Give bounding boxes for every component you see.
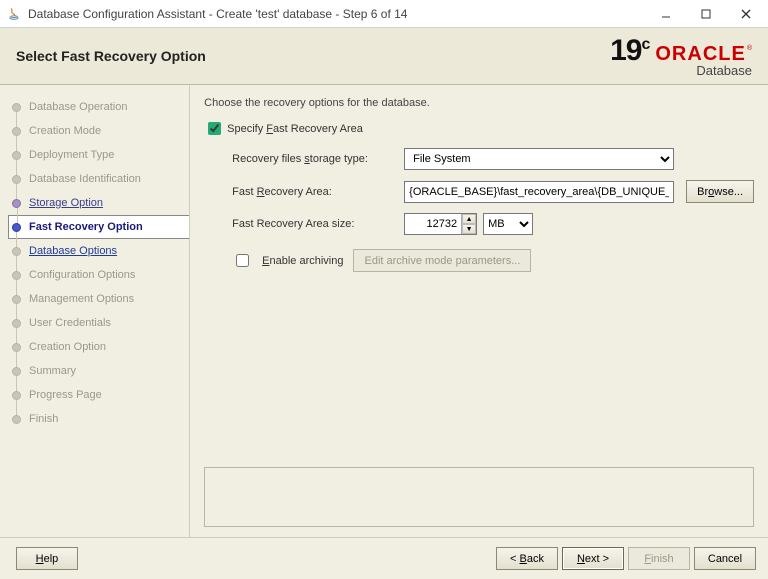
step-dot-icon — [12, 391, 21, 400]
step-dot-icon — [12, 199, 21, 208]
step-label: Fast Recovery Option — [29, 221, 143, 233]
step-label: Database Identification — [29, 173, 141, 185]
specify-fra-checkbox[interactable] — [208, 122, 221, 135]
window-titlebar: Database Configuration Assistant - Creat… — [0, 0, 768, 28]
finish-button: Finish — [628, 547, 690, 570]
wizard-step-2: Deployment Type — [8, 143, 185, 167]
brand-name: ORACLE — [655, 43, 745, 65]
step-label: User Credentials — [29, 317, 111, 329]
step-dot-icon — [12, 367, 21, 376]
back-button[interactable]: < Back — [496, 547, 558, 570]
help-button[interactable]: Help — [16, 547, 78, 570]
fra-size-down[interactable]: ▼ — [462, 224, 476, 234]
specify-fra-label[interactable]: Specify Fast Recovery Area — [227, 123, 363, 135]
panel-description: Choose the recovery options for the data… — [204, 97, 754, 109]
step-label: Deployment Type — [29, 149, 114, 161]
browse-button[interactable]: Browse... — [686, 180, 754, 203]
storage-type-label: Recovery files storage type: — [232, 153, 392, 165]
fra-size-up[interactable]: ▲ — [462, 214, 476, 224]
fra-path-label: Fast Recovery Area: — [232, 186, 392, 198]
step-label: Creation Mode — [29, 125, 101, 137]
step-dot-icon — [12, 151, 21, 160]
edit-archive-params-button: Edit archive mode parameters... — [353, 249, 531, 272]
step-dot-icon — [12, 127, 21, 136]
brand-version: 19 — [610, 34, 641, 67]
window-controls — [646, 1, 766, 27]
wizard-step-10: Creation Option — [8, 335, 185, 359]
step-dot-icon — [12, 271, 21, 280]
wizard-step-11: Summary — [8, 359, 185, 383]
storage-type-select[interactable]: File System — [404, 148, 674, 170]
wizard-step-3: Database Identification — [8, 167, 185, 191]
maximize-button[interactable] — [686, 1, 726, 27]
minimize-button[interactable] — [646, 1, 686, 27]
oracle-brand: 19c ORACLE® Database — [610, 34, 752, 78]
wizard-step-9: User Credentials — [8, 311, 185, 335]
wizard-step-6[interactable]: Database Options — [8, 239, 185, 263]
wizard-step-8: Management Options — [8, 287, 185, 311]
step-dot-icon — [12, 343, 21, 352]
step-dot-icon — [12, 295, 21, 304]
step-dot-icon — [12, 247, 21, 256]
brand-subtitle: Database — [696, 63, 752, 78]
wizard-step-12: Progress Page — [8, 383, 185, 407]
java-icon — [6, 6, 22, 22]
close-button[interactable] — [726, 1, 766, 27]
message-area — [204, 467, 754, 527]
wizard-main-panel: Choose the recovery options for the data… — [189, 85, 768, 537]
fra-size-spinner[interactable]: ▲ ▼ — [404, 213, 477, 235]
fra-size-unit-select[interactable]: MB — [483, 213, 533, 235]
next-button[interactable]: Next > — [562, 547, 624, 570]
fra-size-label: Fast Recovery Area size: — [232, 218, 392, 230]
brand-version-suffix: c — [641, 36, 649, 53]
window-title: Database Configuration Assistant - Creat… — [28, 7, 646, 21]
step-dot-icon — [12, 415, 21, 424]
step-dot-icon — [12, 103, 21, 112]
step-label: Finish — [29, 413, 58, 425]
step-label: Database Options — [29, 245, 117, 257]
step-label: Summary — [29, 365, 76, 377]
enable-archiving-checkbox[interactable] — [236, 254, 249, 267]
wizard-step-1: Creation Mode — [8, 119, 185, 143]
step-label: Configuration Options — [29, 269, 135, 281]
step-label: Storage Option — [29, 197, 103, 209]
wizard-header: Select Fast Recovery Option 19c ORACLE® … — [0, 28, 768, 85]
step-dot-icon — [12, 175, 21, 184]
wizard-step-7: Configuration Options — [8, 263, 185, 287]
fra-path-input[interactable] — [404, 181, 674, 203]
wizard-step-0: Database Operation — [8, 95, 185, 119]
step-label: Progress Page — [29, 389, 102, 401]
wizard-step-5: Fast Recovery Option — [8, 215, 190, 239]
step-label: Creation Option — [29, 341, 106, 353]
step-dot-icon — [12, 223, 21, 232]
fra-size-input[interactable] — [405, 214, 461, 234]
page-title: Select Fast Recovery Option — [16, 48, 206, 64]
step-label: Database Operation — [29, 101, 127, 113]
wizard-step-4[interactable]: Storage Option — [8, 191, 185, 215]
step-dot-icon — [12, 319, 21, 328]
enable-archiving-label[interactable]: Enable archiving — [262, 255, 343, 267]
cancel-button[interactable]: Cancel — [694, 547, 756, 570]
wizard-step-13: Finish — [8, 407, 185, 431]
wizard-steps-sidebar: Database Operation Creation Mode Deploymen… — [0, 85, 189, 537]
step-label: Management Options — [29, 293, 134, 305]
wizard-footer: Help < Back Next > Finish Cancel — [0, 537, 768, 579]
